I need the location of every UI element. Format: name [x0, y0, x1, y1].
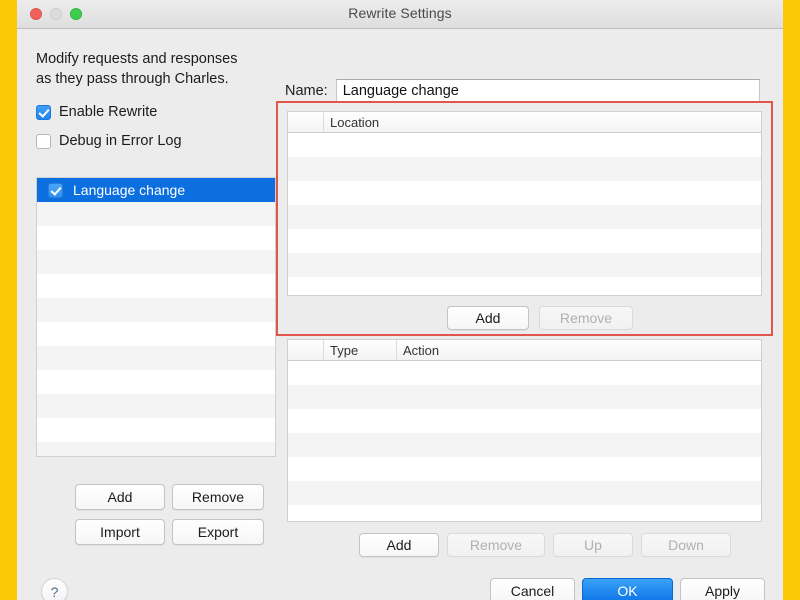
list-item-empty: [37, 298, 275, 322]
table-row[interactable]: [288, 457, 761, 481]
rules-table-header: Type Action: [288, 340, 761, 361]
sets-import-button[interactable]: Import: [75, 519, 165, 545]
enable-rewrite-checkbox-row[interactable]: Enable Rewrite: [36, 104, 157, 120]
sets-export-button[interactable]: Export: [172, 519, 264, 545]
name-field-row: Name: Language change: [285, 79, 760, 102]
list-item-label: Language change: [73, 182, 186, 198]
screenshot-root: Rewrite Settings Modify requests and res…: [0, 0, 800, 600]
table-row[interactable]: [288, 481, 761, 505]
table-row[interactable]: [288, 385, 761, 409]
rewrite-settings-window: Rewrite Settings Modify requests and res…: [17, 0, 783, 600]
list-item-empty: [37, 226, 275, 250]
list-item-empty: [37, 394, 275, 418]
rules-table[interactable]: Type Action: [287, 339, 762, 522]
rewrite-sets-list[interactable]: Language change: [36, 177, 276, 457]
name-label: Name:: [285, 82, 328, 99]
table-row[interactable]: [288, 157, 761, 181]
rules-col-type: Type: [324, 340, 397, 360]
cancel-button[interactable]: Cancel: [490, 578, 575, 600]
location-table-body: [288, 133, 761, 295]
enable-rewrite-label: Enable Rewrite: [59, 104, 158, 120]
enable-rewrite-checkbox[interactable]: [36, 104, 51, 120]
list-item-empty: [37, 274, 275, 298]
list-item-empty: [37, 370, 275, 394]
table-row[interactable]: [288, 505, 761, 521]
table-row[interactable]: [288, 133, 761, 157]
window-titlebar: Rewrite Settings: [17, 0, 783, 29]
table-row[interactable]: [288, 253, 761, 277]
rules-col-blank: [288, 340, 324, 360]
table-row[interactable]: [288, 181, 761, 205]
rules-add-button[interactable]: Add: [359, 533, 439, 557]
rules-down-button: Down: [641, 533, 731, 557]
rules-col-action: Action: [403, 342, 440, 358]
list-item-empty: [37, 346, 275, 370]
window-title: Rewrite Settings: [348, 5, 452, 21]
location-table-header: Location: [288, 112, 761, 133]
list-item-checkbox[interactable]: [48, 182, 63, 198]
table-row[interactable]: [288, 205, 761, 229]
help-icon[interactable]: ?: [41, 578, 68, 600]
page-margin-right: [783, 0, 800, 600]
list-item-empty: [37, 202, 275, 226]
page-margin-left: [0, 0, 17, 600]
dialog-description: Modify requests and responses as they pa…: [36, 49, 286, 89]
rules-table-body: [288, 361, 761, 521]
apply-button[interactable]: Apply: [680, 578, 765, 600]
debug-error-log-checkbox[interactable]: [36, 133, 51, 149]
location-col-header: Location: [330, 114, 380, 130]
location-col-blank: [288, 112, 324, 132]
description-line-1: Modify requests and responses: [36, 51, 238, 67]
sets-remove-button[interactable]: Remove: [172, 484, 264, 510]
debug-error-log-label: Debug in Error Log: [59, 133, 182, 149]
list-item-empty: [37, 442, 275, 456]
table-row[interactable]: [288, 361, 761, 385]
dialog-content: Modify requests and responses as they pa…: [17, 29, 783, 600]
list-item-empty: [37, 322, 275, 346]
location-table[interactable]: Location: [287, 111, 762, 296]
list-item-empty: [37, 418, 275, 442]
name-input[interactable]: Language change: [335, 79, 760, 102]
description-line-2: as they pass through Charles.: [36, 71, 229, 87]
table-row[interactable]: [288, 229, 761, 253]
sets-add-button[interactable]: Add: [75, 484, 165, 510]
table-row[interactable]: [288, 277, 761, 295]
list-item-empty: [37, 250, 275, 274]
location-add-button[interactable]: Add: [447, 306, 529, 330]
table-row[interactable]: [288, 409, 761, 433]
rules-up-button: Up: [553, 533, 633, 557]
list-item[interactable]: Language change: [37, 178, 275, 202]
rules-remove-button: Remove: [447, 533, 545, 557]
ok-button[interactable]: OK: [582, 578, 673, 600]
location-remove-button: Remove: [539, 306, 633, 330]
table-row[interactable]: [288, 433, 761, 457]
debug-error-log-checkbox-row[interactable]: Debug in Error Log: [36, 133, 182, 149]
